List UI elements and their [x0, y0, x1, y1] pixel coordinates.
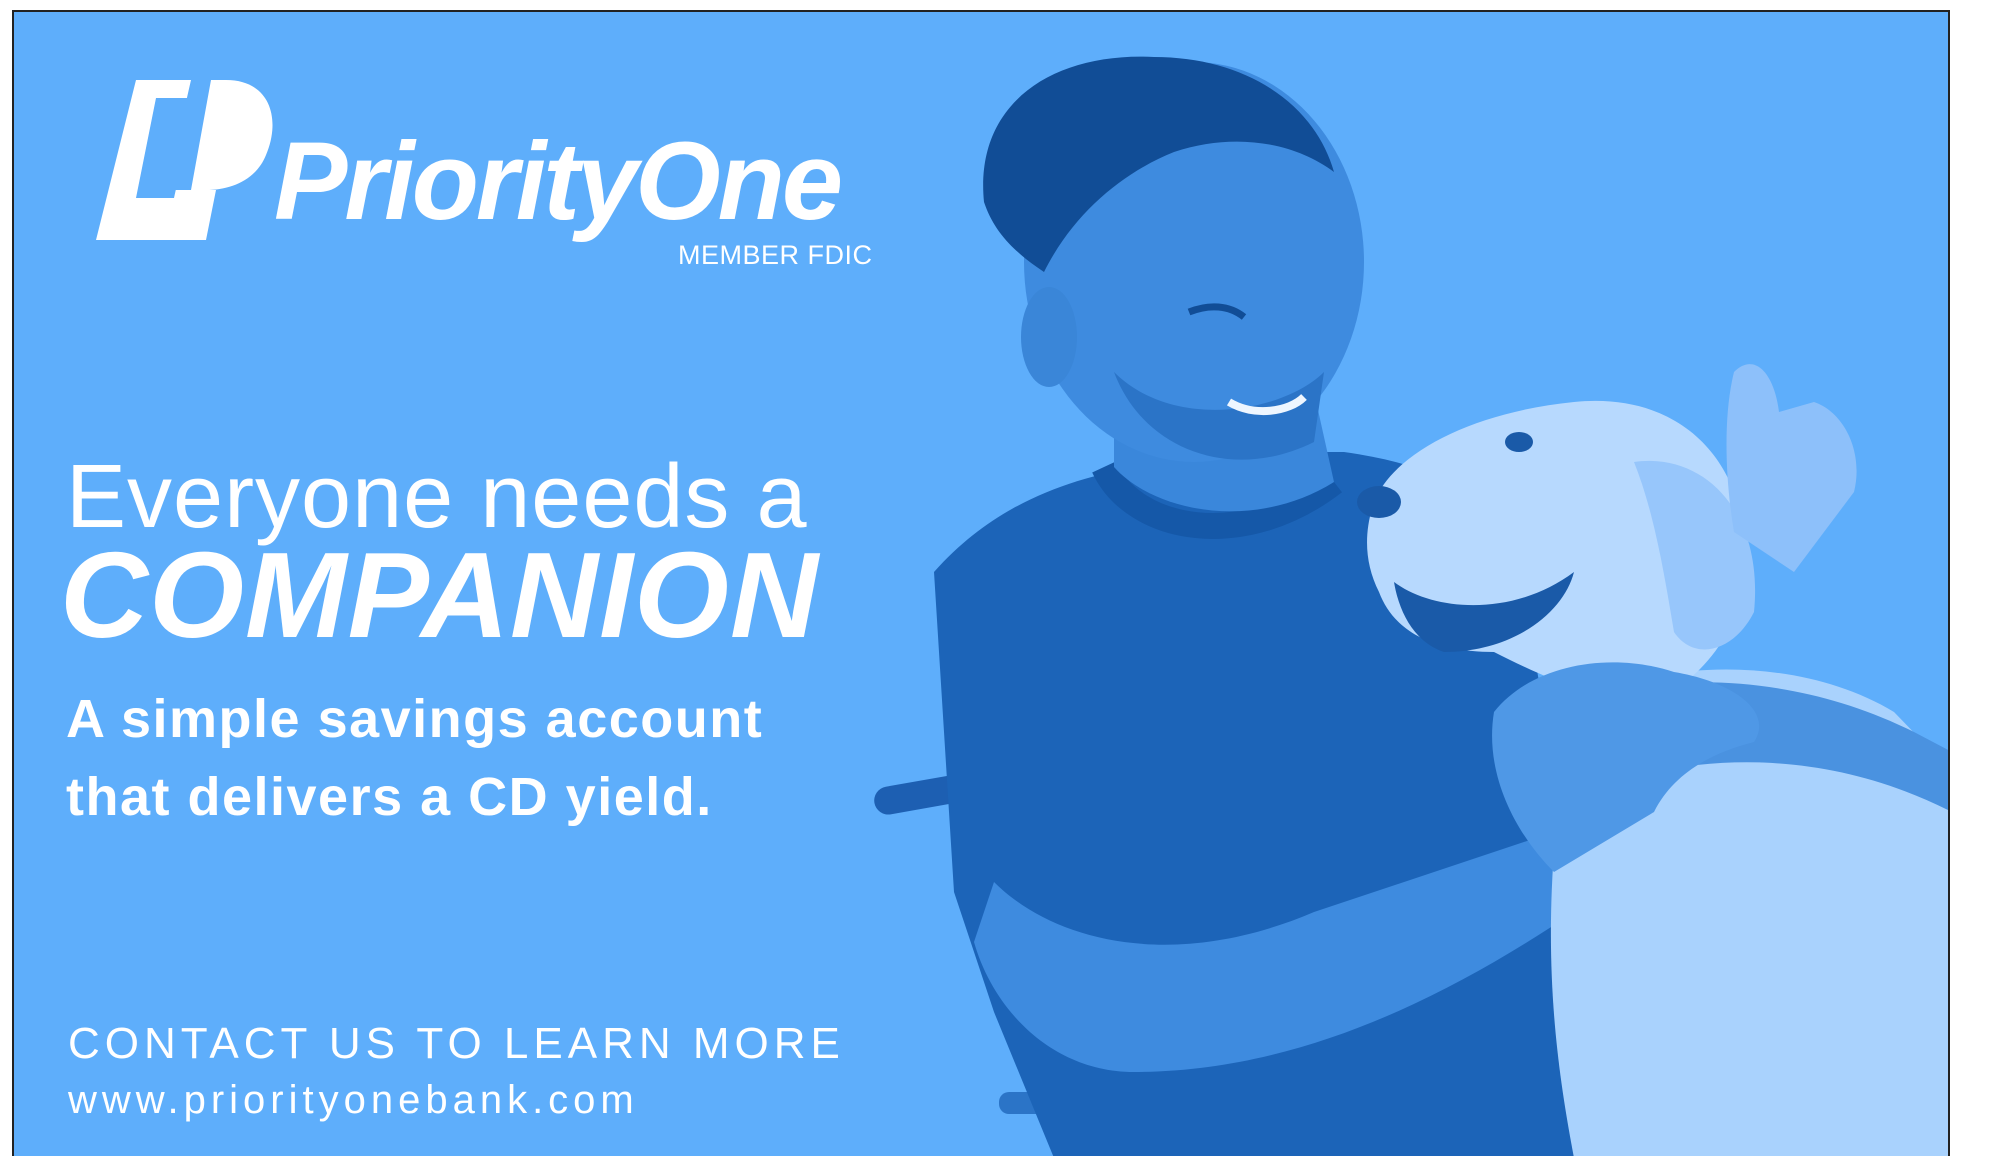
trademark-mark: TM	[182, 218, 200, 232]
subheadline: A simple savings account that delivers a…	[66, 680, 763, 836]
priorityone-logo-icon	[96, 80, 273, 240]
subheadline-line-2: that delivers a CD yield.	[66, 767, 713, 827]
call-to-action: CONTACT US TO LEARN MORE	[68, 1019, 845, 1068]
brand-name: PriorityOne	[274, 120, 843, 243]
advertisement: TM PriorityOne MEMBER FDIC Everyone need…	[12, 10, 1950, 1156]
website-link[interactable]: www.priorityonebank.com	[68, 1080, 639, 1120]
subheadline-line-1: A simple savings account	[66, 689, 764, 749]
headline-line-2: COMPANION	[60, 527, 820, 663]
member-fdic: MEMBER FDIC	[678, 240, 873, 270]
